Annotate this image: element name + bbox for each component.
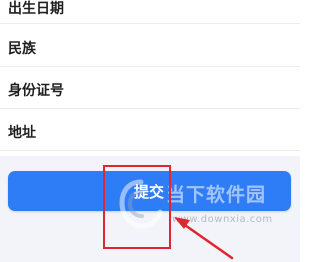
highlight-box	[103, 165, 171, 249]
id-number-field[interactable]: 身份证号	[0, 71, 300, 109]
id-number-label: 身份证号	[8, 82, 64, 99]
address-label: 地址	[8, 124, 36, 141]
ethnicity-field[interactable]: 民族	[0, 29, 300, 67]
birth-date-field[interactable]: 出生日期	[0, 0, 300, 24]
form-list: 出生日期 民族 身份证号 地址	[0, 0, 300, 156]
address-field[interactable]: 地址	[0, 113, 300, 151]
birth-date-label: 出生日期	[8, 1, 64, 17]
ethnicity-label: 民族	[8, 40, 36, 57]
